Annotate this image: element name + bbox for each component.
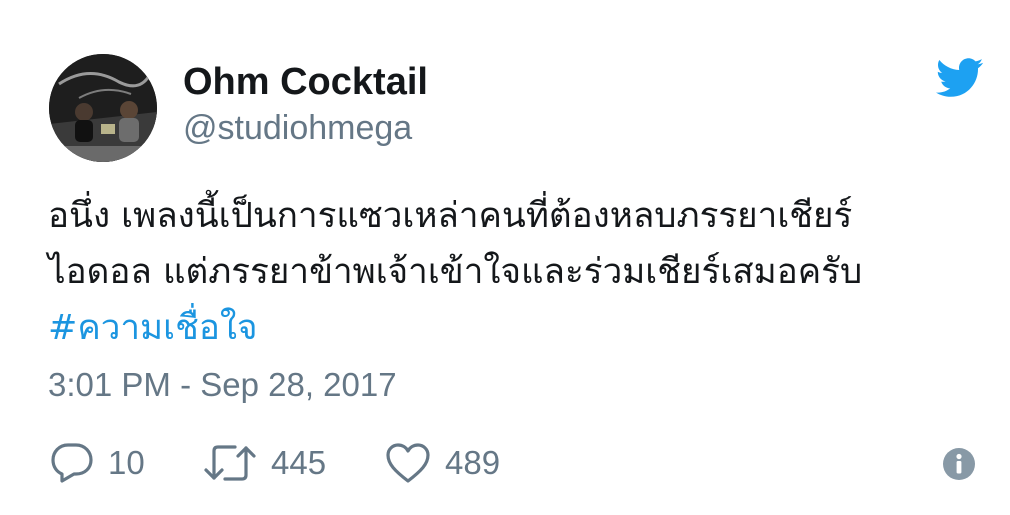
retweet-count: 445 [271,444,327,481]
reply-count: 10 [108,444,145,481]
avatar[interactable] [49,54,157,162]
action-bar: 10 445 489 [0,438,1010,488]
tweet-card: Ohm Cocktail @studiohmega อนึ่ง เพลงนี้เ… [0,0,1010,515]
avatar-photo [49,54,157,162]
retweet-icon [203,442,257,484]
user-handle[interactable]: @studiohmega [183,108,412,148]
reply-button[interactable]: 10 [50,438,145,488]
tweet-text-line: ไอดอล แต่ภรรยาข้าพเจ้าเข้าใจและร่วมเชียร… [48,252,863,292]
tweet-text: อนึ่ง เพลงนี้เป็นการแซวเหล่าคนที่ต้องหลบ… [48,188,993,356]
retweet-button[interactable]: 445 [203,438,326,488]
info-button[interactable] [942,447,976,481]
info-icon [942,447,976,481]
tweet-text-line: อนึ่ง เพลงนี้เป็นการแซวเหล่าคนที่ต้องหลบ… [48,196,853,236]
twitter-bird-icon[interactable] [935,58,984,98]
display-name[interactable]: Ohm Cocktail [183,60,428,104]
tweet-timestamp[interactable]: 3:01 PM - Sep 28, 2017 [48,365,397,405]
hashtag-link[interactable]: #ความเชื่อใจ [48,300,993,356]
heart-icon [385,442,431,484]
reply-icon [50,442,94,484]
like-button[interactable]: 489 [385,438,500,488]
like-count: 489 [445,444,501,481]
